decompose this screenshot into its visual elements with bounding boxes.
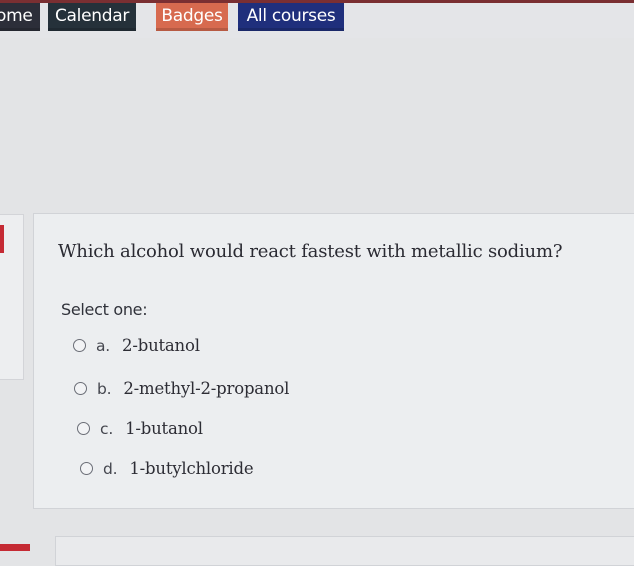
option-letter-b: b. <box>97 379 112 398</box>
select-one-prompt: Select one: <box>61 300 148 319</box>
answer-option-d[interactable]: d. 1-butylchloride <box>80 459 254 478</box>
next-question-marker <box>0 544 30 551</box>
option-letter-d: d. <box>103 459 118 478</box>
option-text-c: 1-butanol <box>125 419 203 438</box>
radio-button-a[interactable] <box>73 339 86 352</box>
option-text-b: 2-methyl-2-propanol <box>123 379 290 398</box>
answer-option-a[interactable]: a. 2-butanol <box>73 336 200 355</box>
next-question-card <box>55 536 634 566</box>
radio-button-b[interactable] <box>74 382 87 395</box>
radio-button-c[interactable] <box>77 422 90 435</box>
nav-badges-link[interactable]: Badges <box>156 3 228 31</box>
option-text-a: 2-butanol <box>122 336 200 355</box>
answer-option-c[interactable]: c. 1-butanol <box>77 419 203 438</box>
option-letter-a: a. <box>96 336 111 355</box>
radio-button-d[interactable] <box>80 462 93 475</box>
nav-home-link[interactable]: ome <box>0 3 40 31</box>
nav-all-courses-link[interactable]: All courses <box>238 3 344 31</box>
question-text: Which alcohol would react fastest with m… <box>58 241 563 262</box>
main-navigation: ome Calendar Badges All courses <box>0 3 344 35</box>
option-text-d: 1-butylchloride <box>129 459 254 478</box>
nav-calendar-link[interactable]: Calendar <box>48 3 136 31</box>
option-letter-c: c. <box>100 419 114 438</box>
answer-option-b[interactable]: b. 2-methyl-2-propanol <box>74 379 289 398</box>
question-status-marker <box>0 225 4 253</box>
